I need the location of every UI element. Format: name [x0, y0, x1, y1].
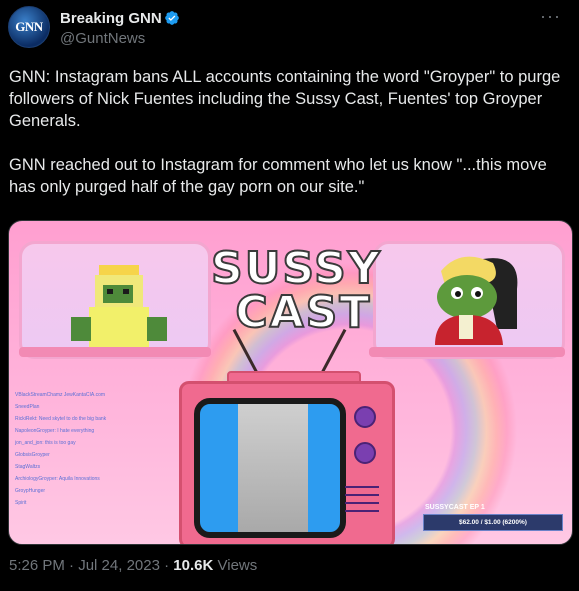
stream-chat: VBlackStreamChamz JewKantaCIA.com SneedP…: [15, 389, 155, 509]
post-date[interactable]: Jul 24, 2023: [78, 557, 160, 574]
episode-label: SUSSYCAST EP 1: [425, 504, 485, 511]
post-time[interactable]: 5:26 PM: [9, 557, 65, 574]
tweet-metadata: 5:26 PM · Jul 24, 2023 · 10.6K Views: [9, 557, 257, 574]
logo-line-1: SUSSY: [210, 243, 382, 294]
episode-price-box: $62.00 / $1.00 (6200%): [423, 514, 563, 531]
chat-line: SneedPlan: [15, 404, 40, 410]
chat-line: VBlackStreamChamz JewKantaCIA.com: [15, 392, 106, 398]
media-image[interactable]: SUSSY CAST VBlackStreamChamz JewKantaCIA…: [8, 220, 573, 545]
handle[interactable]: @GuntNews: [60, 30, 145, 47]
tv-screen: [194, 398, 346, 538]
left-webcam-shelf: [19, 347, 211, 357]
tweet-paragraph-2: GNN reached out to Instagram for comment…: [9, 156, 547, 196]
tv-knob-icon: [354, 442, 376, 464]
tv-grille: [345, 510, 379, 512]
avatar-logo-text: GNN: [15, 19, 43, 34]
avatar[interactable]: GNN: [8, 6, 50, 48]
logo-line-2: CAST: [234, 287, 372, 338]
tweet: GNN Breaking GNN @GuntNews ··· GNN: Inst…: [0, 0, 579, 591]
chat-line: GroypHunger: [15, 488, 46, 494]
chat-line: GlobsisGroyper: [15, 452, 50, 458]
tv-frame: [179, 381, 395, 544]
tv-grille: [345, 486, 379, 488]
tweet-paragraph-1: GNN: Instagram bans ALL accounts contain…: [9, 68, 561, 130]
display-name[interactable]: Breaking GNN: [60, 10, 162, 27]
views-label: Views: [217, 557, 258, 574]
frog-avatar-image: [435, 256, 518, 345]
chat-line: RickiRekt: Need skytel to do the big ban…: [15, 416, 107, 422]
meta-separator: ·: [164, 557, 170, 574]
tv-grille: [345, 494, 379, 496]
tv-screen-video: [238, 404, 308, 532]
tweet-text: GNN: Instagram bans ALL accounts contain…: [9, 66, 569, 220]
tv-grille: [345, 502, 379, 504]
tv-knob-icon: [354, 406, 376, 428]
chat-line: ArchiologyGroyper: Aquila Innovations: [15, 476, 100, 482]
right-webcam-shelf: [369, 347, 565, 357]
verified-badge-icon: [165, 11, 179, 25]
duck-avatar-image: [71, 265, 167, 347]
meta-separator: ·: [69, 557, 75, 574]
chat-line: jon_and_jon: this is too gay: [15, 440, 76, 446]
sussycast-logo: SUSSY CAST: [210, 243, 382, 338]
chat-line: Spirit: [15, 500, 27, 506]
more-options-icon[interactable]: ···: [540, 6, 561, 27]
chat-line: StagWaltzs: [15, 464, 41, 470]
views-count: 10.6K: [173, 557, 214, 574]
chat-line: NapoleonGroyper: I hate everything: [15, 428, 95, 434]
